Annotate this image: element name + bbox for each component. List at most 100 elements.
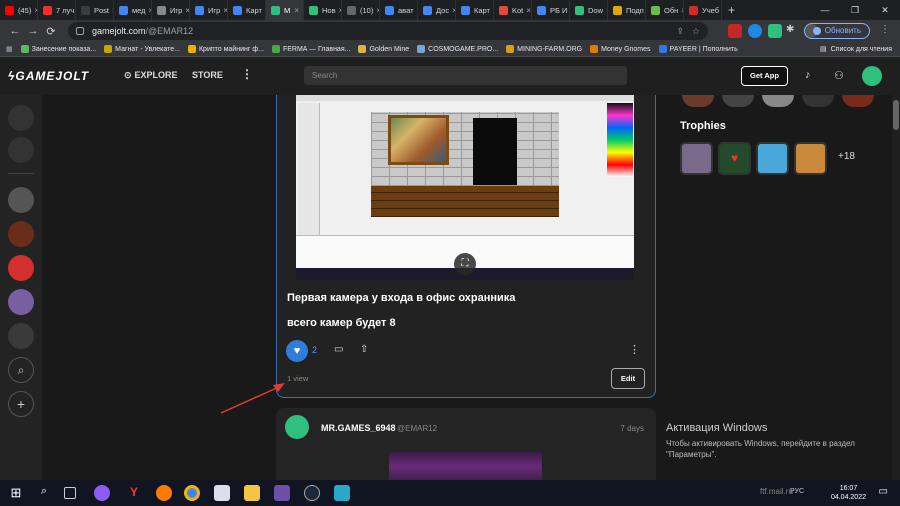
community-avatar-3[interactable] bbox=[8, 255, 34, 281]
steam-icon[interactable] bbox=[304, 485, 320, 501]
tab-close-icon[interactable]: × bbox=[182, 6, 189, 15]
extension-icon-blue[interactable] bbox=[748, 24, 762, 38]
browser-tab[interactable]: мед× bbox=[114, 0, 152, 20]
browser-tab[interactable]: РБ И× bbox=[532, 0, 570, 20]
search-input[interactable]: Search bbox=[304, 66, 627, 85]
extension-icon-green[interactable] bbox=[768, 24, 782, 38]
comment-icon[interactable]: ▭ bbox=[334, 344, 343, 355]
app-icon-teal[interactable] bbox=[334, 485, 350, 501]
notification-icon[interactable]: ▭ bbox=[879, 486, 888, 497]
explorer-icon[interactable] bbox=[244, 485, 260, 501]
menu-icon[interactable]: ⋮ bbox=[880, 24, 890, 35]
bookmark-item[interactable]: Golden Mine bbox=[358, 45, 409, 53]
edit-button[interactable]: Edit bbox=[611, 368, 645, 389]
friend-avatar-1[interactable] bbox=[682, 95, 714, 107]
trophy-1[interactable] bbox=[680, 142, 713, 175]
notepad-icon[interactable] bbox=[214, 485, 230, 501]
windows-start-icon[interactable]: ⊞ bbox=[8, 485, 24, 501]
community-avatar-5[interactable] bbox=[8, 323, 34, 349]
search-communities-icon[interactable]: ⌕ bbox=[8, 357, 34, 383]
firefox-icon[interactable] bbox=[156, 485, 172, 501]
browser-tab[interactable]: Карт× bbox=[228, 0, 266, 20]
trophy-3[interactable] bbox=[756, 142, 789, 175]
browser-tab[interactable]: Игр × bbox=[152, 0, 190, 20]
browser-tab[interactable]: (45)× bbox=[0, 0, 38, 20]
tab-close-icon[interactable]: × bbox=[291, 6, 299, 15]
community-avatar-1[interactable] bbox=[8, 187, 34, 213]
tab-close-icon[interactable]: × bbox=[220, 6, 227, 15]
apps-icon[interactable]: ▦ bbox=[6, 45, 13, 53]
more-menu-icon[interactable]: ⋮ bbox=[241, 67, 253, 81]
bookmark-item[interactable]: MINING-FARM.ORG bbox=[506, 45, 582, 53]
browser-tab[interactable]: (10)× bbox=[342, 0, 380, 20]
friend-avatar-5[interactable] bbox=[842, 95, 874, 107]
star-icon[interactable]: ☆ bbox=[692, 26, 700, 37]
bookmark-item[interactable]: Магнат - Увлекате... bbox=[104, 45, 180, 53]
friends-icon[interactable]: ⚇ bbox=[834, 69, 844, 82]
browser-tab[interactable]: Дос× bbox=[418, 0, 456, 20]
taskbar-search-icon[interactable]: ⌕ bbox=[36, 485, 52, 501]
browser-tab[interactable]: М × bbox=[266, 0, 304, 20]
home-icon[interactable] bbox=[8, 105, 34, 131]
reload-icon[interactable]: ⟳ bbox=[42, 25, 60, 38]
bookmark-item[interactable]: COSMOGAME.PRO... bbox=[417, 45, 498, 53]
browser-tab[interactable]: Учеб× bbox=[684, 0, 722, 20]
tab-close-icon[interactable]: × bbox=[31, 6, 37, 15]
close-icon[interactable]: ✕ bbox=[870, 0, 900, 20]
new-tab-button[interactable]: + bbox=[722, 3, 741, 17]
bookmark-item[interactable]: FERMA — Главная... bbox=[271, 45, 350, 53]
trophy-more-count[interactable]: +18 bbox=[838, 151, 855, 162]
trophy-4[interactable] bbox=[794, 142, 827, 175]
author-name[interactable]: MR.GAMES_6948 bbox=[321, 423, 396, 433]
community-avatar-4[interactable] bbox=[8, 289, 34, 315]
bookmark-item[interactable]: Money Gnomes bbox=[590, 45, 651, 53]
like-button[interactable]: ♥ bbox=[286, 340, 308, 362]
share-icon[interactable]: ⇪ bbox=[676, 26, 684, 37]
browser-tab[interactable]: Нов× bbox=[304, 0, 342, 20]
yandex-browser-icon[interactable]: Y bbox=[126, 485, 142, 501]
bookmark-item[interactable]: PAYEER | Пополнить bbox=[658, 45, 738, 53]
reading-list-button[interactable]: ▤ Список для чтения bbox=[820, 45, 892, 54]
tab-close-icon[interactable]: × bbox=[373, 6, 379, 15]
friend-avatar-2[interactable] bbox=[722, 95, 754, 107]
bookmark-item[interactable]: Занесение показа... bbox=[20, 45, 96, 53]
browser-tab[interactable]: Post× bbox=[76, 0, 114, 20]
trophy-2[interactable]: ♥ bbox=[718, 142, 751, 175]
extension-icon-adblock[interactable] bbox=[728, 24, 742, 38]
post-menu-icon[interactable]: ⋮ bbox=[629, 343, 640, 356]
browser-tab[interactable]: Карт× bbox=[456, 0, 494, 20]
library-icon[interactable] bbox=[8, 137, 34, 163]
browser-tab[interactable]: Dow× bbox=[570, 0, 608, 20]
nav-explore[interactable]: ⊙ EXPLORE bbox=[124, 70, 178, 81]
friend-avatar-3[interactable] bbox=[762, 95, 794, 107]
community-avatar-2[interactable] bbox=[8, 221, 34, 247]
share-post-icon[interactable]: ⇧ bbox=[360, 344, 368, 355]
bell-icon[interactable]: ♪ bbox=[805, 69, 811, 81]
minimize-icon[interactable]: — bbox=[810, 0, 840, 20]
url-field[interactable]: gamejolt.com/@EMAR12 ⇪ ☆ bbox=[68, 22, 708, 40]
add-community-icon[interactable]: + bbox=[8, 391, 34, 417]
author-avatar[interactable] bbox=[285, 415, 309, 439]
tab-close-icon[interactable]: × bbox=[523, 6, 531, 15]
system-clock[interactable]: 16:07 04.04.2022 bbox=[831, 484, 866, 502]
tab-close-icon[interactable]: × bbox=[449, 6, 455, 15]
maximize-icon[interactable]: ❐ bbox=[840, 0, 870, 20]
get-app-button[interactable]: Get App bbox=[741, 66, 788, 86]
puzzle-icon[interactable]: ✱ bbox=[786, 24, 800, 38]
forward-icon[interactable]: → bbox=[24, 25, 42, 37]
nav-store[interactable]: STORE bbox=[192, 70, 223, 80]
task-view-icon[interactable] bbox=[64, 487, 76, 499]
browser-tab[interactable]: ават× bbox=[380, 0, 418, 20]
chrome-icon[interactable] bbox=[184, 485, 200, 501]
friend-avatar-4[interactable] bbox=[802, 95, 834, 107]
browser-tab[interactable]: 7 луч× bbox=[38, 0, 76, 20]
alice-icon[interactable] bbox=[94, 485, 110, 501]
update-button[interactable]: Обновить bbox=[803, 23, 870, 39]
user-avatar[interactable] bbox=[862, 66, 882, 86]
browser-tab[interactable]: Подп× bbox=[608, 0, 646, 20]
tab-close-icon[interactable]: × bbox=[719, 6, 721, 15]
browser-tab[interactable]: Kot × bbox=[494, 0, 532, 20]
gamejolt-logo[interactable]: ϟGAMEJOLT bbox=[8, 69, 89, 83]
fullscreen-icon[interactable]: ⛶ bbox=[454, 253, 476, 275]
bookmark-item[interactable]: Крипто майнинг ф... bbox=[187, 45, 264, 53]
